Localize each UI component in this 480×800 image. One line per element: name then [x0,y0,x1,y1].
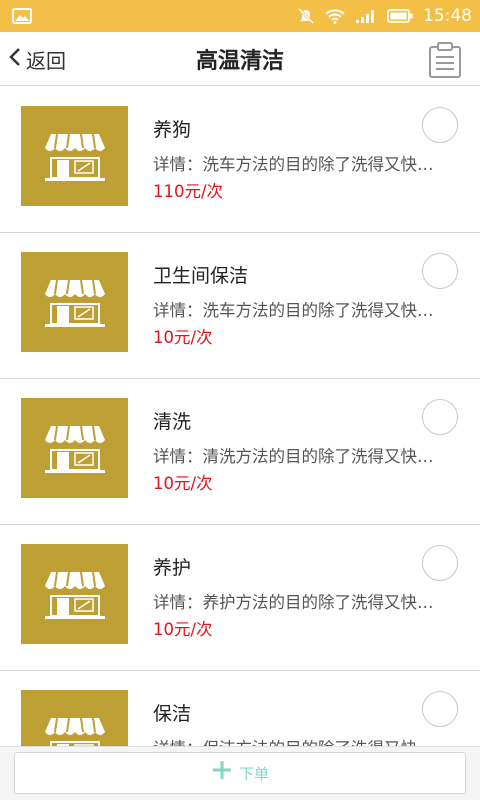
select-radio[interactable] [422,545,458,581]
item-name: 保洁 [153,703,192,725]
back-label: 返回 [26,48,66,73]
item-price: 10元/次 [153,474,213,493]
list-item[interactable]: 养护 详情：养护方法的目的除了洗得又快又干净 10元/次 [0,525,480,671]
store-icon [21,544,128,644]
item-price: 10元/次 [153,620,213,639]
item-description: 详情：洗车方法的目的除了洗得又快又干净 [153,301,449,320]
status-time: 15:48 [423,6,472,26]
item-price: 110元/次 [153,182,224,201]
page-title: 高温清洁 [195,49,284,74]
signal-icon [355,8,377,24]
item-description: 详情：养护方法的目的除了洗得又快又干净 [153,593,449,612]
store-icon [21,252,128,352]
service-list: 养狗 详情：洗车方法的目的除了洗得又快又干净 110元/次 卫生间保洁 详情：洗… [0,87,480,747]
store-icon [21,106,128,206]
status-bar: 15:48 [0,0,480,32]
item-price: 10元/次 [153,328,213,347]
wifi-icon [325,8,345,24]
item-name: 清洗 [153,411,192,433]
list-item[interactable]: 卫生间保洁 详情：洗车方法的目的除了洗得又快又干净 10元/次 [0,233,480,379]
list-item[interactable]: 清洗 详情：清洗方法的目的除了洗得又快又干净 10元/次 [0,379,480,525]
list-item[interactable]: 保洁 详情：保洁方法的目的除了洗得又快又干净 [0,671,480,747]
select-radio[interactable] [422,691,458,727]
store-icon [21,690,128,747]
select-radio[interactable] [422,399,458,435]
clipboard-icon[interactable] [428,42,462,78]
item-name: 卫生间保洁 [153,265,249,287]
item-description: 详情：清洗方法的目的除了洗得又快又干净 [153,447,449,466]
battery-icon [387,9,413,23]
item-description: 详情：洗车方法的目的除了洗得又快又干净 [153,155,449,174]
back-button[interactable]: 返回 [8,32,66,86]
item-name: 养狗 [153,119,192,141]
list-item[interactable]: 养狗 详情：洗车方法的目的除了洗得又快又干净 110元/次 [0,87,480,233]
order-button[interactable]: 下单 [14,752,466,794]
mute-icon [297,7,315,25]
plus-icon [211,757,233,787]
select-radio[interactable] [422,253,458,289]
header: 返回 高温清洁 [0,32,480,86]
order-label: 下单 [238,764,269,783]
chevron-left-icon [8,47,22,72]
item-name: 养护 [153,557,192,579]
bottom-bar: 下单 [0,746,480,800]
store-icon [21,398,128,498]
select-radio[interactable] [422,107,458,143]
image-icon [12,8,32,24]
